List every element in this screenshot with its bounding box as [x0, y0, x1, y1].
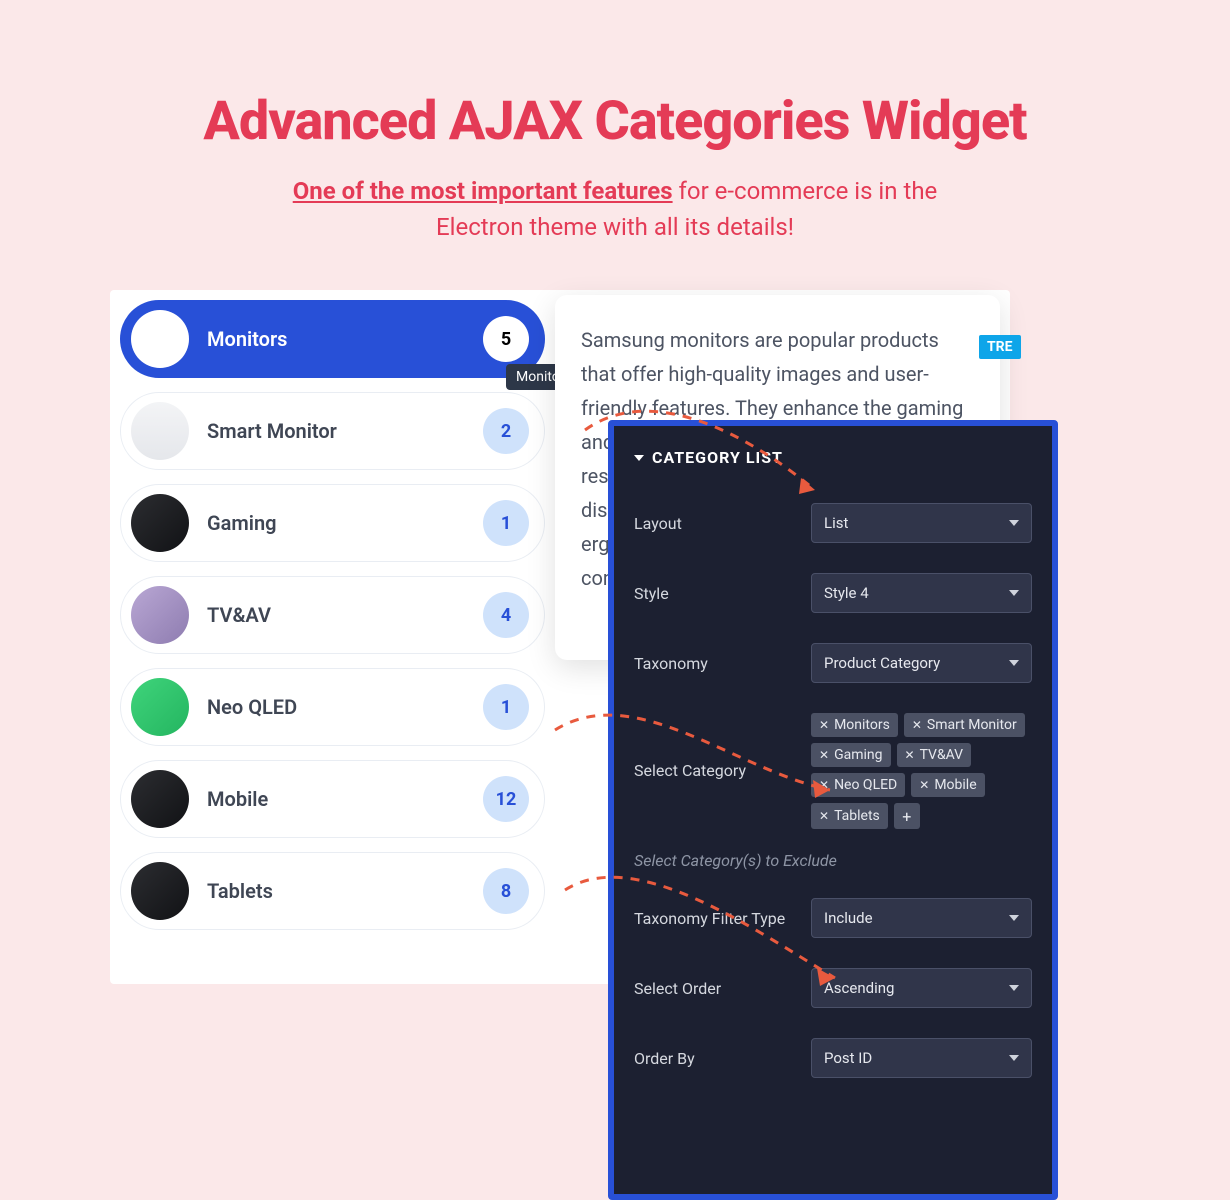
tag-neo-qled[interactable]: ✕Neo QLED	[811, 773, 905, 797]
category-tags: ✕Monitors ✕Smart Monitor ✕Gaming ✕TV&AV …	[811, 713, 1032, 829]
category-label: TV&AV	[207, 603, 465, 627]
category-item-gaming[interactable]: Gaming 1	[120, 484, 545, 562]
tre-badge: TRE	[979, 335, 1021, 359]
remove-icon[interactable]: ✕	[912, 718, 922, 732]
settings-label: Order By	[634, 1049, 799, 1068]
category-label: Mobile	[207, 787, 465, 811]
settings-label: Taxonomy Filter Type	[634, 909, 799, 928]
tag-smart-monitor[interactable]: ✕Smart Monitor	[904, 713, 1025, 737]
chevron-down-icon	[1009, 1055, 1019, 1061]
settings-label: Layout	[634, 514, 799, 533]
style-select[interactable]: Style 4	[811, 573, 1032, 613]
order-by-select[interactable]: Post ID	[811, 1038, 1032, 1078]
remove-icon[interactable]: ✕	[905, 748, 915, 762]
settings-label: Select Order	[634, 979, 799, 998]
remove-icon[interactable]: ✕	[919, 778, 929, 792]
category-item-monitors[interactable]: Monitors 5 Monitors	[120, 300, 545, 378]
order-select[interactable]: Ascending	[811, 968, 1032, 1008]
tag-gaming[interactable]: ✕Gaming	[811, 743, 891, 767]
tag-tvav[interactable]: ✕TV&AV	[897, 743, 972, 767]
category-count: 12	[483, 776, 529, 822]
remove-icon[interactable]: ✕	[819, 809, 829, 823]
category-count: 5	[483, 316, 529, 362]
tag-mobile[interactable]: ✕Mobile	[911, 773, 984, 797]
settings-row-filter-type: Taxonomy Filter Type Include	[634, 898, 1032, 938]
taxonomy-select[interactable]: Product Category	[811, 643, 1032, 683]
settings-row-layout: Layout List	[634, 503, 1032, 543]
category-count: 2	[483, 408, 529, 454]
category-label: Smart Monitor	[207, 419, 465, 443]
category-thumb	[131, 310, 189, 368]
remove-icon[interactable]: ✕	[819, 748, 829, 762]
settings-label: Select Category	[634, 713, 799, 780]
category-label: Monitors	[207, 327, 465, 351]
category-thumb	[131, 586, 189, 644]
category-item-tvav[interactable]: TV&AV 4	[120, 576, 545, 654]
category-label: Gaming	[207, 511, 465, 535]
settings-row-style: Style Style 4	[634, 573, 1032, 613]
tag-monitors[interactable]: ✕Monitors	[811, 713, 898, 737]
remove-icon[interactable]: ✕	[819, 778, 829, 792]
category-thumb	[131, 494, 189, 552]
category-item-tablets[interactable]: Tablets 8	[120, 852, 545, 930]
category-label: Tablets	[207, 879, 465, 903]
settings-row-taxonomy: Taxonomy Product Category	[634, 643, 1032, 683]
remove-icon[interactable]: ✕	[819, 718, 829, 732]
exclude-hint: Select Category(s) to Exclude	[634, 851, 1032, 870]
category-list: Monitors 5 Monitors Smart Monitor 2 Gami…	[120, 300, 545, 930]
caret-down-icon	[634, 455, 644, 461]
settings-header-label: CATEGORY LIST	[652, 448, 783, 467]
add-tag-button[interactable]: +	[894, 803, 920, 829]
filter-type-select[interactable]: Include	[811, 898, 1032, 938]
category-thumb	[131, 678, 189, 736]
category-thumb	[131, 402, 189, 460]
category-label: Neo QLED	[207, 695, 465, 719]
layout-select[interactable]: List	[811, 503, 1032, 543]
category-item-mobile[interactable]: Mobile 12	[120, 760, 545, 838]
page-title: Advanced AJAX Categories Widget	[0, 0, 1230, 153]
settings-header[interactable]: CATEGORY LIST	[634, 448, 1032, 467]
category-count: 1	[483, 500, 529, 546]
page-subtitle: One of the most important features for e…	[0, 173, 1230, 245]
settings-label: Taxonomy	[634, 654, 799, 673]
chevron-down-icon	[1009, 985, 1019, 991]
settings-label: Style	[634, 584, 799, 603]
category-thumb	[131, 770, 189, 828]
chevron-down-icon	[1009, 520, 1019, 526]
chevron-down-icon	[1009, 590, 1019, 596]
settings-panel: CATEGORY LIST Layout List Style Style 4 …	[608, 420, 1058, 1200]
settings-row-select-category: Select Category ✕Monitors ✕Smart Monitor…	[634, 713, 1032, 829]
tag-tablets[interactable]: ✕Tablets	[811, 803, 888, 829]
category-item-neo-qled[interactable]: Neo QLED 1	[120, 668, 545, 746]
category-thumb	[131, 862, 189, 920]
category-count: 8	[483, 868, 529, 914]
chevron-down-icon	[1009, 660, 1019, 666]
category-count: 1	[483, 684, 529, 730]
category-count: 4	[483, 592, 529, 638]
chevron-down-icon	[1009, 915, 1019, 921]
settings-row-order-by: Order By Post ID	[634, 1038, 1032, 1078]
category-item-smart-monitor[interactable]: Smart Monitor 2	[120, 392, 545, 470]
settings-row-order: Select Order Ascending	[634, 968, 1032, 1008]
